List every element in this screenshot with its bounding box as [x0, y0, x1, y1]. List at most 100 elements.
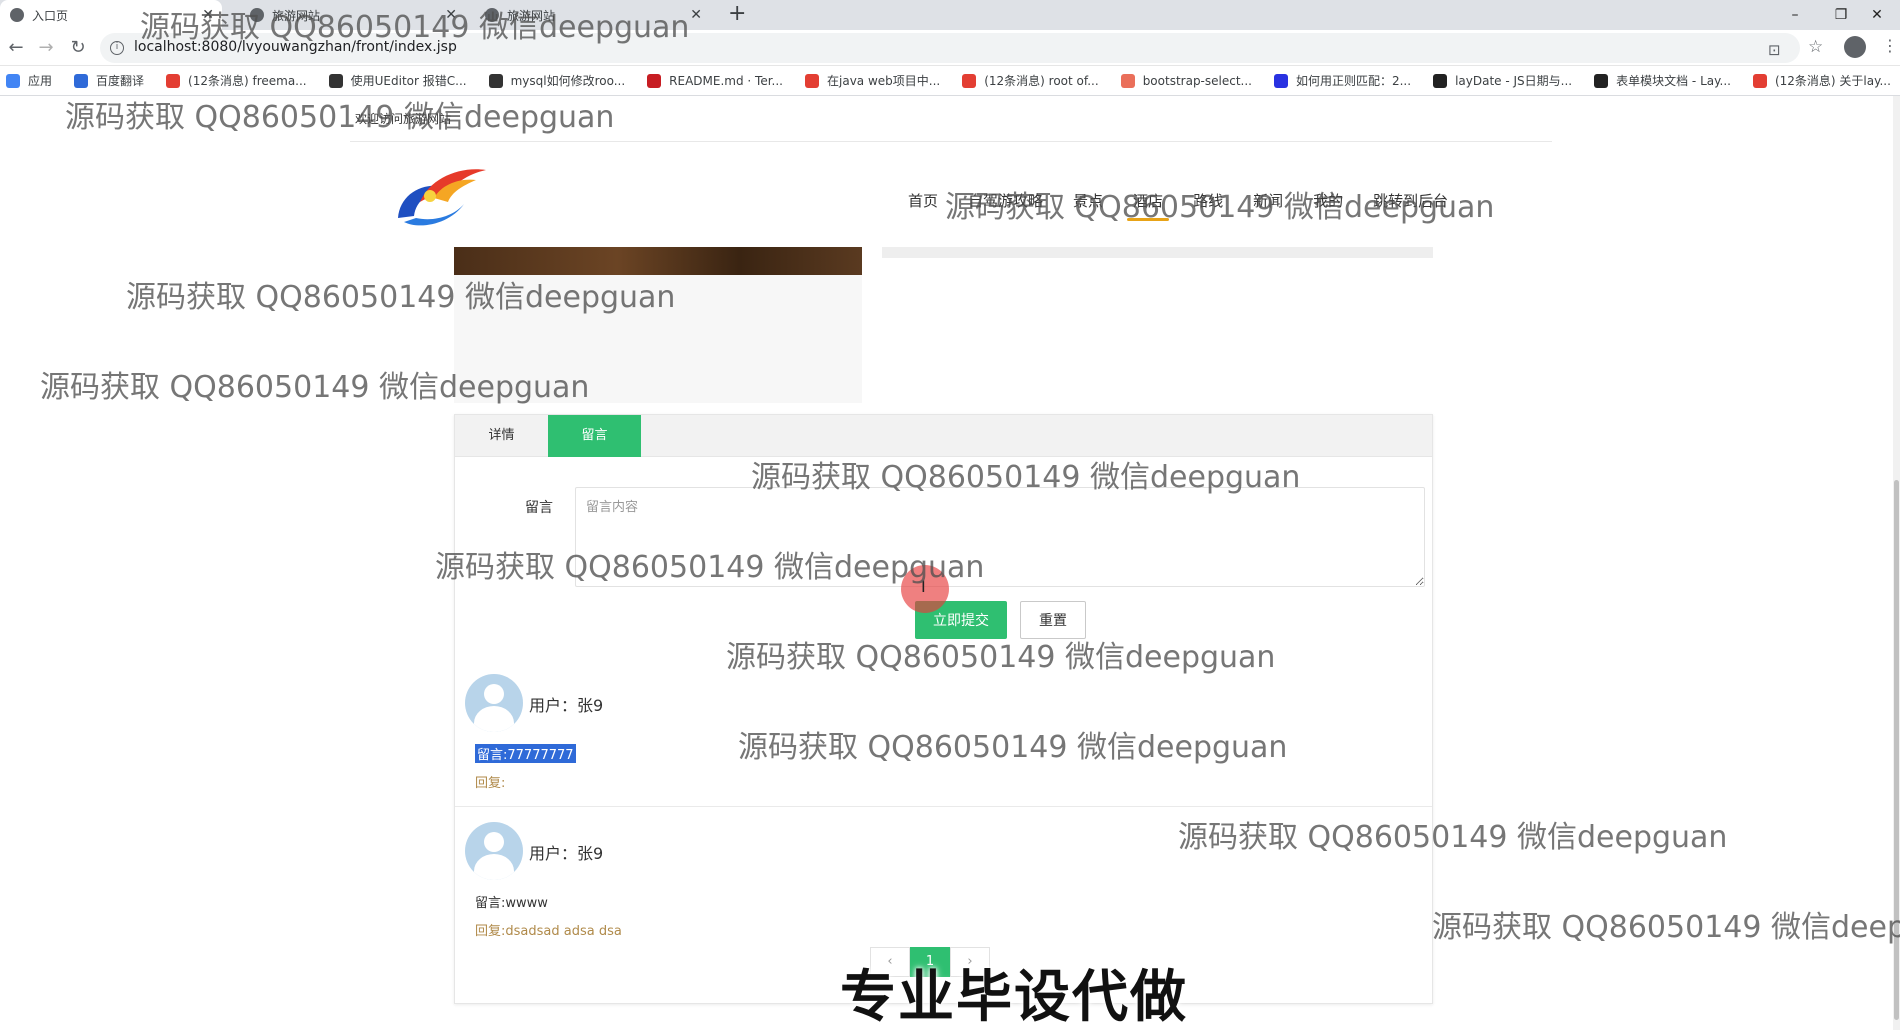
- message-label: 留言: [525, 500, 553, 516]
- nav-item[interactable]: 酒店: [1127, 190, 1170, 221]
- nav-item[interactable]: 我的: [1313, 190, 1343, 211]
- bookmark-label: mysql如何修改roo...: [510, 74, 626, 88]
- forward-arrow-icon[interactable]: →: [34, 37, 58, 59]
- welcome-text: 欢迎访问旅游网站: [355, 112, 452, 126]
- nav-item[interactable]: 新闻: [1253, 190, 1283, 211]
- baidu-paw-icon: [1273, 73, 1288, 88]
- nav-item[interactable]: 自驾游攻略: [968, 190, 1043, 211]
- message-textarea[interactable]: [575, 487, 1425, 587]
- reset-button[interactable]: 重置: [1020, 601, 1086, 639]
- back-arrow-icon[interactable]: ←: [4, 37, 28, 59]
- bookmark-item[interactable]: 如何用正则匹配：2...: [1273, 72, 1411, 89]
- more-menu-icon[interactable]: ⋮: [1882, 36, 1898, 55]
- url-text[interactable]: localhost:8080/lvyouwangzhan/front/index…: [134, 39, 457, 55]
- nav-item[interactable]: 首页: [908, 190, 938, 211]
- scrollbar-thumb[interactable]: [1894, 480, 1899, 1020]
- nav-item[interactable]: 景点: [1073, 190, 1103, 211]
- bookmark-label: layDate - JS日期与...: [1455, 74, 1573, 88]
- tab-messages[interactable]: 留言: [548, 415, 641, 457]
- bookmark-label: (12条消息) root of...: [984, 74, 1099, 88]
- comment-reply: 回复:: [475, 776, 506, 791]
- bookmark-item[interactable]: (12条消息) root of...: [962, 72, 1099, 89]
- info-icon[interactable]: i: [110, 41, 124, 55]
- header-divider: [350, 141, 1552, 142]
- baidu-translate-icon: [74, 73, 89, 88]
- bookmark-label: 应用: [28, 74, 53, 88]
- bookmark-item[interactable]: 百度翻译: [74, 72, 144, 89]
- watermark-text: 源码获取 QQ86050149 微信deepguan: [65, 100, 615, 135]
- csdn-icon: [805, 73, 819, 88]
- user-avatar-icon: [465, 674, 523, 732]
- bookmark-item[interactable]: (12条消息) freema...: [166, 72, 307, 89]
- csdn-icon: [166, 73, 181, 88]
- bookmark-item[interactable]: 在java web项目中...: [805, 72, 940, 89]
- w-icon: [328, 73, 343, 88]
- jianshu-icon: [1120, 73, 1135, 88]
- star-bookmark-icon[interactable]: ☆: [1808, 37, 1823, 57]
- close-window-button[interactable]: ✕: [1854, 0, 1900, 30]
- nav-item[interactable]: 路线: [1193, 190, 1223, 211]
- bookmark-item[interactable]: mysql如何修改roo...: [488, 72, 626, 89]
- browser-tab-strip: 入口页 ✕ 旅游网站 ✕ 旅游网站 ✕ + – ❐ ✕: [0, 0, 1900, 30]
- close-tab-icon[interactable]: ✕: [445, 7, 457, 23]
- bookmark-item[interactable]: 使用UEditor 报错C...: [328, 72, 467, 89]
- hotel-photo: [454, 247, 862, 275]
- comment-text: 留言:77777777: [475, 744, 576, 763]
- comment-item: 用户：张9 留言:wwww 回复:dsadsad adsa dsa: [455, 808, 1432, 939]
- bookmark-label: (12条消息) 关于lay...: [1774, 74, 1891, 88]
- bookmark-label: bootstrap-select...: [1142, 73, 1252, 88]
- bookmark-item[interactable]: layDate - JS日期与...: [1433, 72, 1572, 89]
- bookmark-item[interactable]: (12条消息) 关于lay...: [1752, 72, 1891, 89]
- comment-user: 用户：张9: [529, 844, 604, 863]
- globe-icon: [250, 8, 264, 22]
- translate-icon[interactable]: ⊡: [1768, 41, 1781, 59]
- tab-details[interactable]: 详情: [455, 415, 548, 457]
- globe-icon: [10, 8, 24, 22]
- watermark-text: 源码获取 QQ86050149 微信deepguan: [1432, 910, 1900, 945]
- browser-tab-1[interactable]: 入口页 ✕: [0, 0, 222, 30]
- bookmark-item[interactable]: 表单模块文档 - Lay...: [1594, 72, 1731, 89]
- profile-avatar-icon[interactable]: [1844, 36, 1866, 58]
- bookmark-label: 在java web项目中...: [827, 74, 941, 88]
- browser-tab-2[interactable]: 旅游网站 ✕: [240, 0, 465, 30]
- bookmark-item[interactable]: README.md · Ter...: [647, 73, 783, 88]
- comment-user: 用户：张9: [529, 696, 604, 715]
- bookmark-label: 使用UEditor 报错C...: [350, 74, 467, 88]
- comment-text: 留言:wwww: [475, 896, 548, 911]
- photo-placeholder: [454, 275, 862, 403]
- main-navigation: 首页 自驾游攻略 景点 酒店 路线 新闻 我的 跳转到后台: [908, 190, 1478, 221]
- globe-icon: [485, 8, 499, 22]
- browser-toolbar: ← → ↻ i localhost:8080/lvyouwangzhan/fro…: [0, 30, 1900, 66]
- comment-divider: [455, 806, 1432, 807]
- bookmark-item[interactable]: 应用: [6, 72, 52, 89]
- info-panel-bottom: [882, 247, 1433, 258]
- bookmark-item[interactable]: bootstrap-select...: [1120, 73, 1252, 88]
- bookmarks-bar: 应用 百度翻译 (12条消息) freema... 使用UEditor 报错C... m…: [0, 66, 1900, 96]
- tab-title: 旅游网站: [507, 8, 556, 23]
- user-avatar-icon: [465, 822, 523, 880]
- nav-item[interactable]: 跳转到后台: [1373, 190, 1448, 211]
- layui-icon: [1594, 73, 1609, 88]
- tab-title: 入口页: [32, 8, 69, 23]
- reload-icon[interactable]: ↻: [66, 37, 90, 59]
- tab-title: 旅游网站: [272, 8, 321, 23]
- gitee-icon: [647, 73, 662, 88]
- detail-tabs: 详情 留言: [455, 415, 1432, 457]
- bookmark-label: (12条消息) freema...: [188, 74, 307, 88]
- csdn-icon: [1752, 73, 1767, 88]
- bookmark-label: 表单模块文档 - Lay...: [1616, 74, 1731, 88]
- csdn-icon: [962, 73, 977, 88]
- new-tab-button[interactable]: +: [728, 2, 746, 26]
- bookmark-label: 百度翻译: [96, 74, 145, 88]
- w-icon: [488, 73, 503, 88]
- close-tab-icon[interactable]: ✕: [202, 7, 214, 23]
- layui-icon: [1433, 73, 1448, 88]
- minimize-button[interactable]: –: [1772, 0, 1818, 30]
- address-bar[interactable]: i localhost:8080/lvyouwangzhan/front/ind…: [100, 33, 1800, 63]
- comment-reply: 回复:dsadsad adsa dsa: [475, 924, 622, 939]
- close-tab-icon[interactable]: ✕: [690, 7, 702, 23]
- detail-panel: 详情 留言 留言 立即提交 重置 I 用户：张9 留言:77777777 回复:…: [454, 414, 1433, 1004]
- site-logo[interactable]: [390, 158, 490, 234]
- bookmark-label: README.md · Ter...: [669, 73, 783, 88]
- browser-tab-3[interactable]: 旅游网站 ✕: [475, 0, 710, 30]
